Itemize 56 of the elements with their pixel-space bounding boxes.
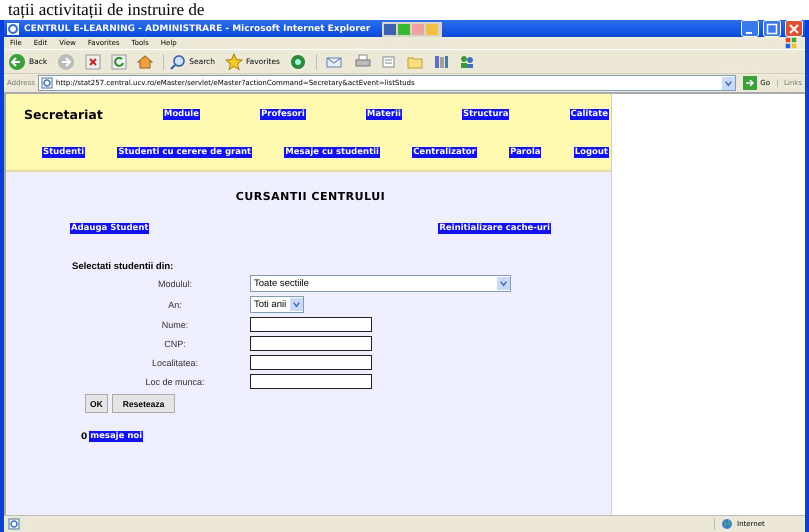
form-legend: Selectati studentii din: bbox=[70, 261, 551, 272]
close-button[interactable] bbox=[785, 20, 803, 37]
page-icon bbox=[8, 518, 20, 530]
browser-icon bbox=[6, 22, 20, 36]
books-icon[interactable] bbox=[432, 54, 449, 70]
stop-icon[interactable] bbox=[85, 54, 102, 70]
document-text: tații activitații de instruire de bbox=[7, 0, 204, 20]
maximize-icon bbox=[764, 21, 780, 37]
home-icon[interactable] bbox=[137, 54, 154, 70]
minimize-button[interactable] bbox=[741, 20, 759, 37]
nav-link[interactable]: Parola bbox=[509, 146, 542, 158]
people-icon[interactable] bbox=[458, 54, 475, 70]
page-icon bbox=[40, 77, 53, 89]
field-label: Nume: bbox=[160, 320, 190, 330]
input-field[interactable] bbox=[250, 355, 372, 370]
nav-link[interactable]: Logout bbox=[574, 146, 609, 158]
field-label: CNP: bbox=[163, 338, 187, 348]
field-label: Localitatea: bbox=[150, 358, 200, 368]
message-count: 0 bbox=[81, 432, 88, 442]
media-icon[interactable] bbox=[290, 54, 306, 70]
star-icon bbox=[225, 52, 243, 70]
action-link[interactable]: Adauga Student bbox=[70, 223, 150, 234]
nav-link[interactable]: Materii bbox=[366, 108, 402, 120]
field-label: Loc de munca: bbox=[144, 376, 206, 386]
nav-link[interactable]: Studenti cu cerere de grant bbox=[117, 146, 252, 158]
nav-link[interactable]: Profesori bbox=[260, 108, 306, 120]
form-button[interactable]: OK bbox=[85, 394, 108, 413]
arrow-icon bbox=[743, 76, 758, 90]
refresh-icon[interactable] bbox=[111, 54, 128, 70]
tray-icons-drawing bbox=[382, 20, 442, 36]
minimize-icon bbox=[746, 32, 752, 34]
field-label: Modulul: bbox=[156, 278, 194, 288]
dropdown[interactable]: Toate sectiile bbox=[250, 275, 511, 292]
page-heading: CURSANTII CENTRULUI bbox=[236, 190, 386, 203]
maximize-button[interactable] bbox=[763, 20, 781, 37]
form-button[interactable]: Reseteaza bbox=[112, 394, 176, 413]
site-title: Secretariat bbox=[24, 106, 103, 122]
input-field[interactable] bbox=[250, 374, 372, 389]
input-field[interactable] bbox=[250, 317, 372, 332]
action-link[interactable]: Reinitializare cache-uri bbox=[438, 223, 551, 234]
document-icon[interactable] bbox=[380, 54, 397, 70]
search-icon bbox=[170, 54, 186, 70]
nav-link[interactable]: Mesaje cu studentii bbox=[284, 146, 380, 158]
nav-link[interactable]: Calitate bbox=[570, 108, 609, 120]
nav-link[interactable]: Studenti bbox=[42, 146, 86, 158]
window-title: CENTRUL E-LEARNING - ADMINISTRARE - Microsoft Internet Explorer bbox=[24, 24, 370, 34]
messages-link[interactable]: mesaje noi bbox=[89, 431, 144, 442]
field-label: An: bbox=[167, 300, 183, 310]
windows-logo-icon bbox=[783, 37, 799, 49]
nav-link[interactable]: Structura bbox=[462, 108, 510, 120]
dropdown[interactable]: Toti anii bbox=[250, 296, 304, 313]
printer-icon[interactable] bbox=[354, 54, 371, 70]
nav-link[interactable]: Module bbox=[162, 108, 200, 120]
nav-link[interactable]: Centralizator bbox=[412, 146, 477, 158]
globe-icon bbox=[721, 518, 733, 530]
input-field[interactable] bbox=[250, 336, 372, 351]
